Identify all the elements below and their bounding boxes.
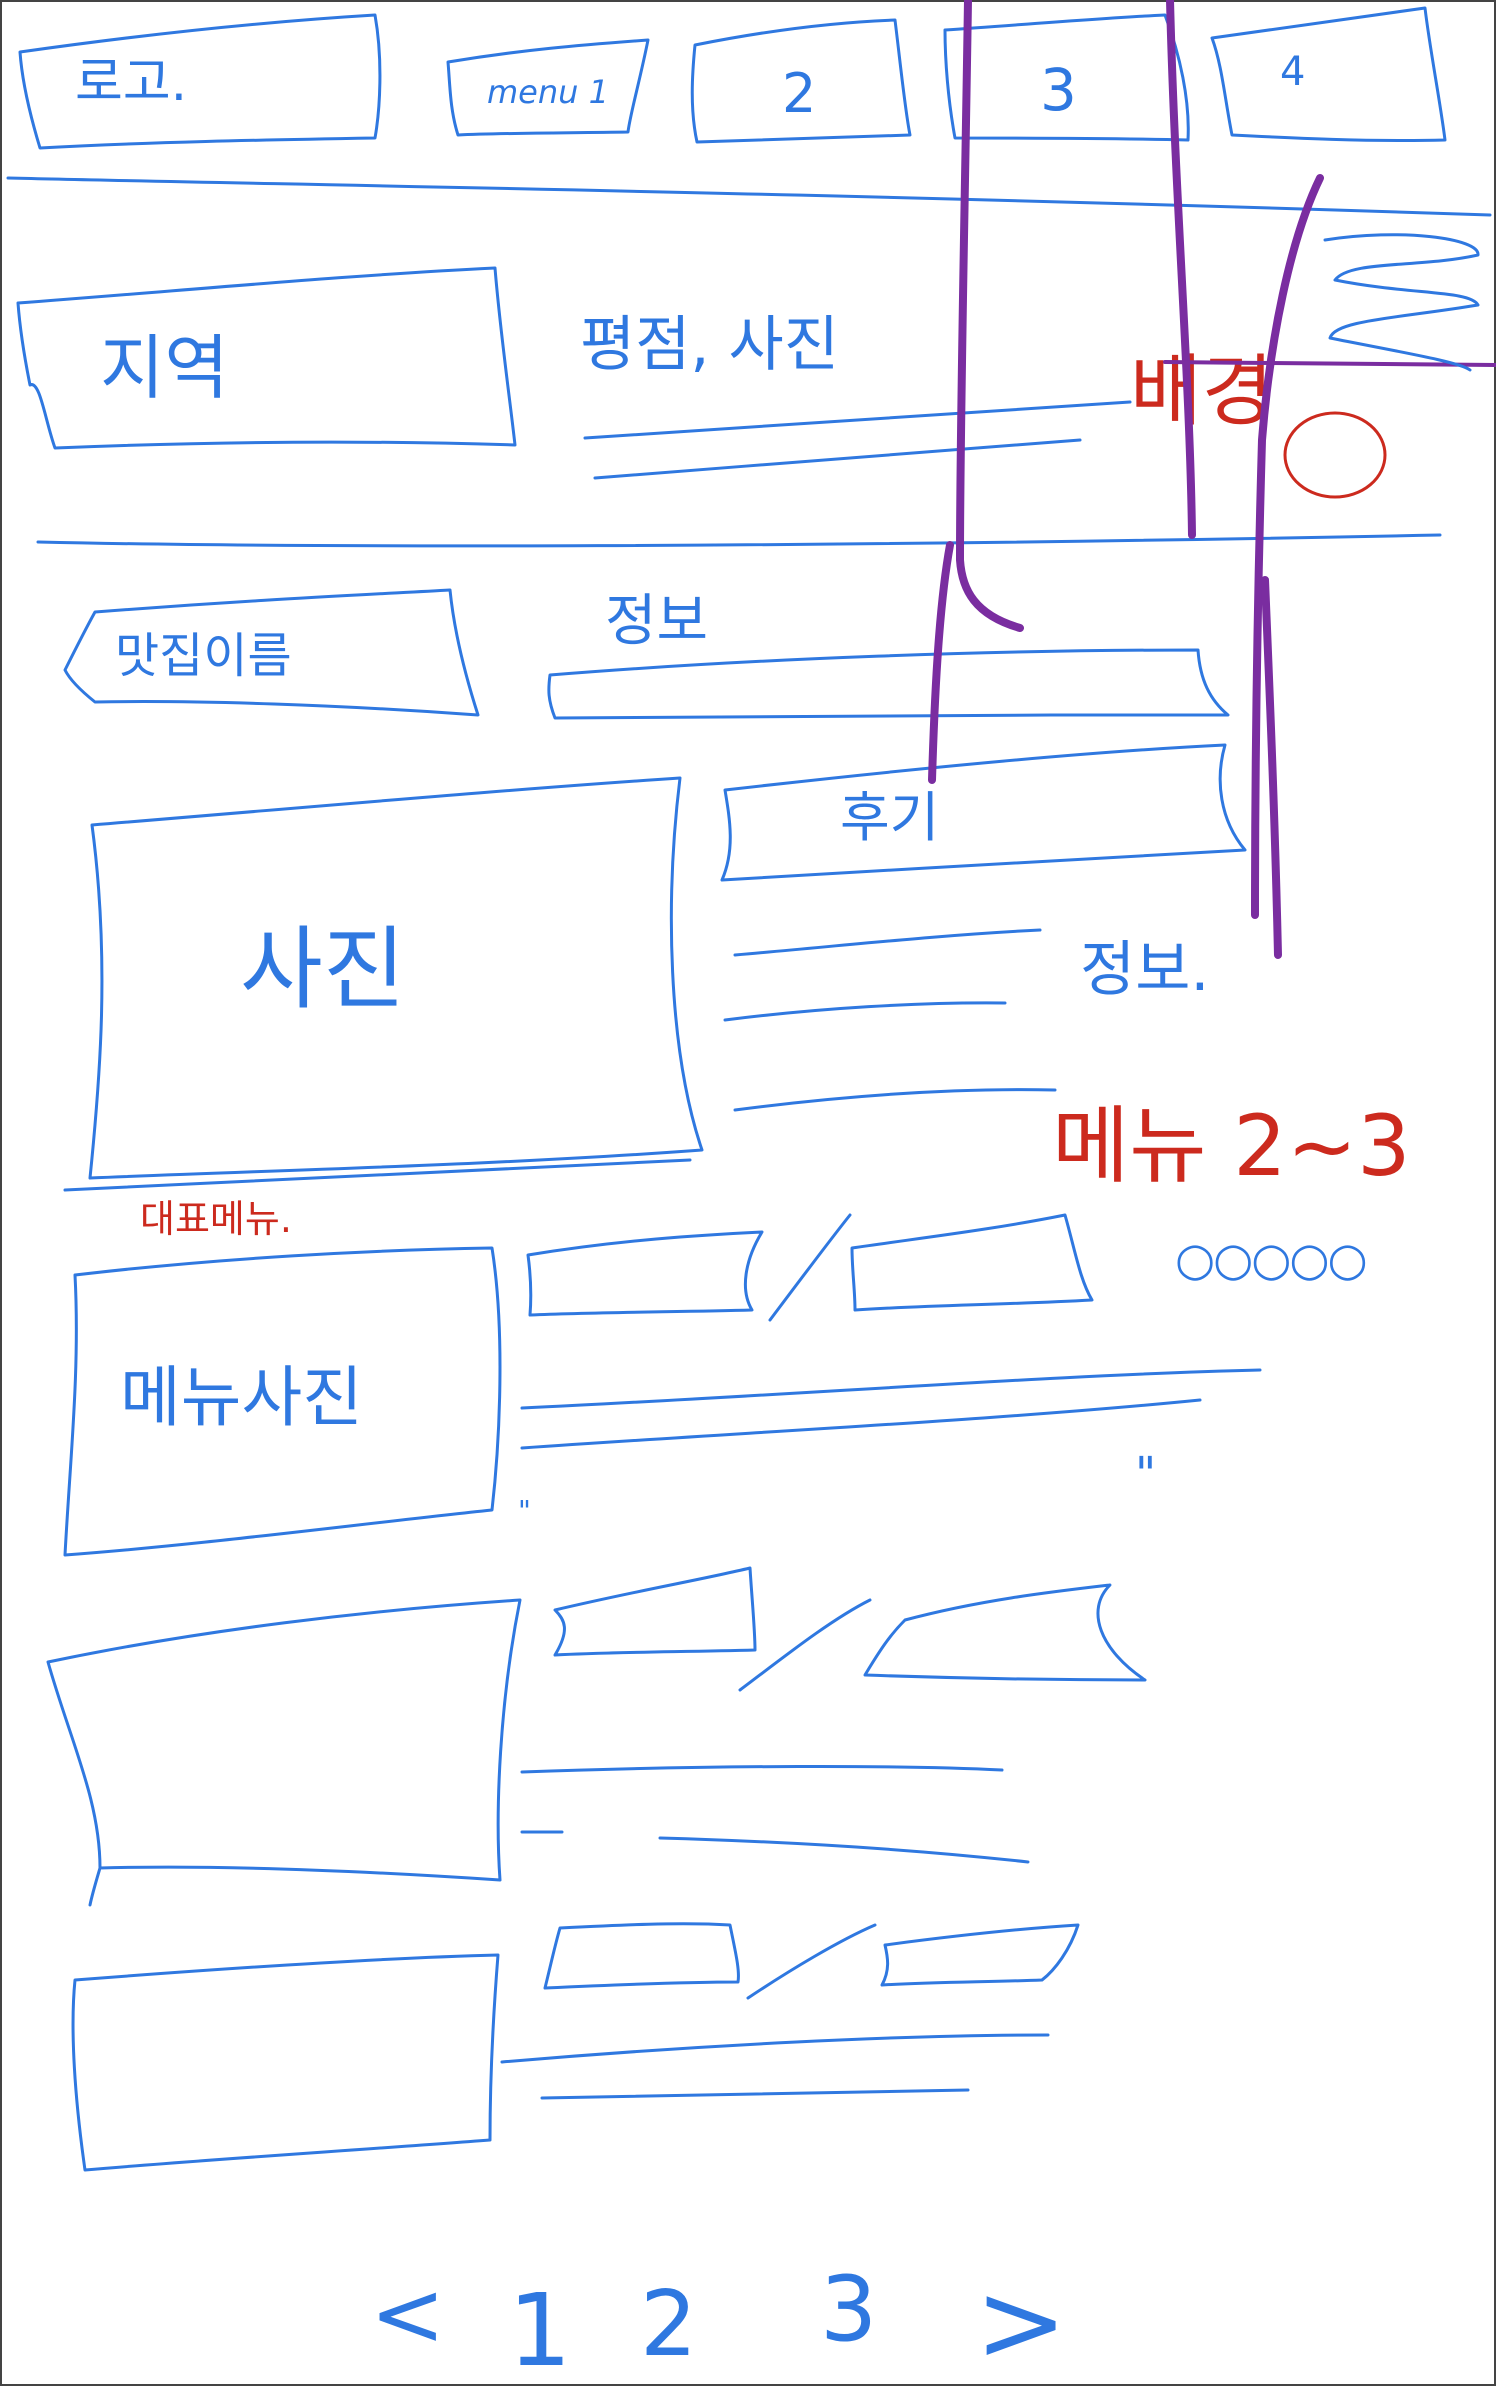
region-box[interactable] bbox=[16, 266, 517, 450]
pagination: < 1 2 3 > bbox=[370, 2257, 1067, 2386]
menu-3-desc-line-1 bbox=[500, 2033, 1050, 2064]
menu-3-slash bbox=[746, 1923, 877, 2000]
review-line-2 bbox=[723, 1001, 1007, 1022]
menu-2-slash bbox=[738, 1598, 872, 1692]
menu-1-small-note: " bbox=[518, 1494, 531, 1527]
menu-photo-label: 메뉴사진 bbox=[120, 1359, 363, 1436]
menu-1-slash bbox=[768, 1213, 852, 1322]
menu-1-desc-line-1 bbox=[520, 1368, 1262, 1410]
menu-2-desc-line-1 bbox=[520, 1764, 1004, 1774]
menu-photo-box-2-tail bbox=[88, 1866, 102, 1907]
purple-stroke-2 bbox=[928, 541, 954, 784]
store-section: 맛집이름 정보 사진 후기 정보. 메뉴 2~3 ○○○○○ bbox=[63, 588, 1411, 1286]
menu-photo-box-3[interactable] bbox=[71, 1953, 500, 2172]
next-page-button[interactable]: > bbox=[975, 2258, 1067, 2386]
menu-section: 대표메뉴. 메뉴사진 " " bbox=[46, 1197, 1262, 2172]
region-label: 지역 bbox=[100, 327, 229, 409]
rating-photo-label: 평점, 사진 bbox=[580, 310, 839, 380]
hero-section: 지역 평점, 사진 배경 bbox=[16, 266, 1442, 548]
menu-4-box[interactable] bbox=[1210, 6, 1447, 143]
logo-text: 로고. bbox=[75, 53, 187, 113]
menu-1-desc-line-2 bbox=[520, 1398, 1202, 1450]
store-info-label: 정보 bbox=[605, 589, 708, 654]
detail-info-label: 정보. bbox=[1080, 935, 1209, 1005]
review-line-3 bbox=[733, 1088, 1057, 1112]
purple-stroke-1 bbox=[956, 0, 1024, 632]
menu-3-desc-line-2 bbox=[540, 2088, 970, 2100]
menu-2-desc-line-2 bbox=[520, 1830, 1030, 1864]
purple-stroke-3 bbox=[1166, 0, 1196, 539]
menu-1-ditto: " bbox=[1135, 1447, 1156, 1501]
logo-box[interactable] bbox=[18, 13, 382, 150]
menu-1-label: menu 1 bbox=[487, 73, 609, 111]
menu-3-price-box bbox=[880, 1923, 1080, 1987]
rep-menu-label: 대표메뉴. bbox=[140, 1197, 292, 1241]
purple-stroke-5 bbox=[1261, 576, 1282, 959]
review-label: 후기 bbox=[840, 786, 939, 849]
store-photo-label: 사진 bbox=[240, 917, 406, 1022]
purple-scribble bbox=[1323, 233, 1480, 372]
menu-pages-note: 메뉴 2~3 bbox=[1052, 1097, 1411, 1195]
menu-4-label: 4 bbox=[1280, 49, 1305, 95]
menu-1-price-box bbox=[850, 1213, 1094, 1312]
page-1-link[interactable]: 1 bbox=[508, 2272, 572, 2386]
page-3-link[interactable]: 3 bbox=[820, 2257, 877, 2362]
purple-stroke-4 bbox=[1251, 174, 1324, 919]
menu-3-name-box bbox=[543, 1922, 740, 1990]
menu-2-label: 2 bbox=[782, 62, 816, 125]
background-note-circle bbox=[1283, 411, 1387, 499]
header-divider bbox=[6, 176, 1492, 217]
rating-underline-2 bbox=[593, 438, 1082, 480]
menu-1-name-box bbox=[526, 1230, 764, 1317]
page-2-link[interactable]: 2 bbox=[640, 2272, 697, 2377]
purple-annotations bbox=[928, 0, 1496, 959]
rating-underline-1 bbox=[583, 400, 1132, 440]
wireframe-sketch: 로고. menu 1 2 3 4 지역 평점, 사진 배경 맛집이름 정보 사진… bbox=[0, 0, 1496, 2386]
hero-divider bbox=[36, 533, 1442, 548]
store-info-box[interactable] bbox=[547, 648, 1230, 720]
prev-page-button[interactable]: < bbox=[370, 2262, 445, 2367]
review-box[interactable] bbox=[720, 743, 1247, 882]
menu-2-price-box bbox=[863, 1583, 1147, 1682]
menu-photo-box-2[interactable] bbox=[46, 1598, 522, 1882]
store-name-label: 맛집이름 bbox=[115, 628, 292, 684]
header-nav: 로고. menu 1 2 3 4 bbox=[6, 6, 1492, 217]
carousel-dots[interactable]: ○○○○○ bbox=[1175, 1232, 1368, 1286]
review-line-1 bbox=[733, 928, 1042, 957]
menu-2-name-box bbox=[553, 1566, 757, 1657]
menu-3-label: 3 bbox=[1040, 56, 1077, 124]
